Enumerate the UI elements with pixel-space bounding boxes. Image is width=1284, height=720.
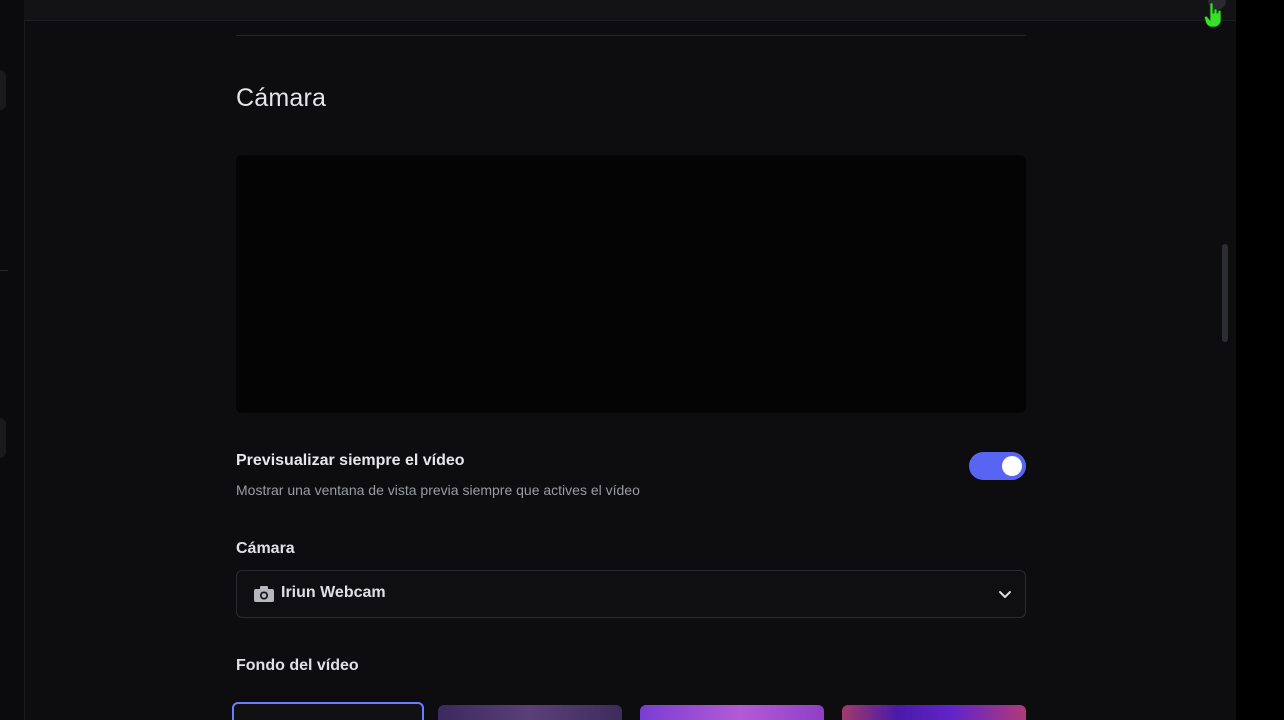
rail-item[interactable] — [0, 70, 6, 110]
background-option-space[interactable] — [842, 705, 1026, 720]
chevron-down-icon — [999, 591, 1011, 598]
camera-preview — [236, 155, 1026, 413]
preview-toggle-description: Mostrar una ventana de vista previa siem… — [236, 482, 640, 498]
hand-cursor-icon — [1204, 2, 1222, 28]
section-title: Cámara — [236, 84, 327, 112]
rail-divider — [0, 270, 8, 271]
toggle-knob — [1002, 456, 1022, 476]
background-option-blur[interactable] — [438, 705, 622, 720]
rail-item[interactable] — [0, 418, 6, 458]
camera-field-label: Cámara — [236, 540, 295, 557]
window-edge — [1236, 0, 1284, 720]
always-preview-toggle[interactable] — [969, 452, 1026, 480]
scrollbar-thumb[interactable] — [1222, 244, 1228, 342]
background-option-none[interactable] — [232, 702, 424, 720]
camera-icon — [254, 586, 274, 602]
title-bar — [24, 0, 1236, 21]
camera-select-value: Iriun Webcam — [281, 584, 386, 601]
background-option-purple[interactable] — [640, 705, 824, 720]
preview-toggle-title: Previsualizar siempre el vídeo — [236, 452, 465, 469]
camera-select[interactable]: Iriun Webcam — [236, 570, 1026, 618]
left-rail — [0, 0, 25, 720]
settings-window: Cámara Previsualizar siempre el vídeo Mo… — [0, 0, 1284, 720]
section-divider — [236, 35, 1026, 36]
video-background-label: Fondo del vídeo — [236, 657, 359, 674]
